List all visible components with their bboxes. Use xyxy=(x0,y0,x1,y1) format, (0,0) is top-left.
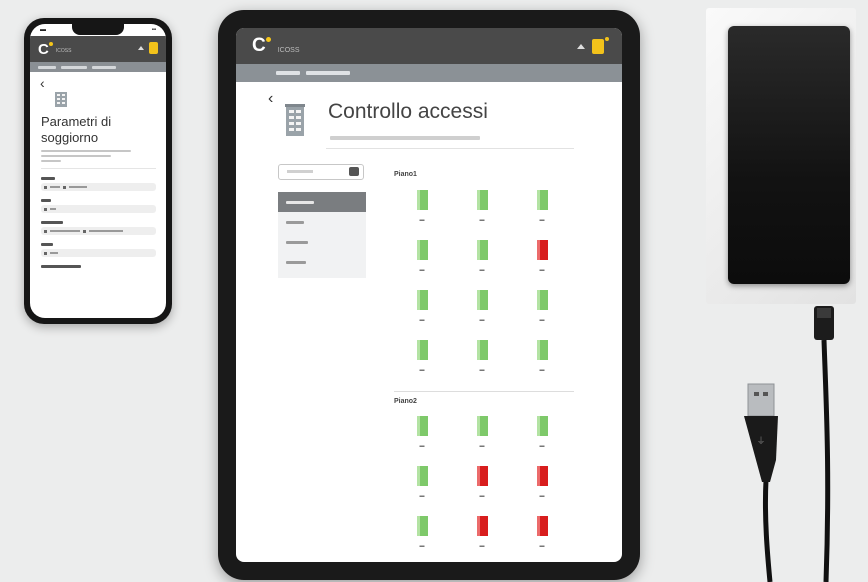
usb-symbol-icon: ⏚ xyxy=(756,436,765,447)
usb-a-connector xyxy=(747,383,775,417)
cable xyxy=(821,339,831,582)
usb-a-plug-body xyxy=(744,416,778,482)
usb-cable-illustration: ⏚ xyxy=(744,306,834,582)
cable xyxy=(762,479,773,582)
